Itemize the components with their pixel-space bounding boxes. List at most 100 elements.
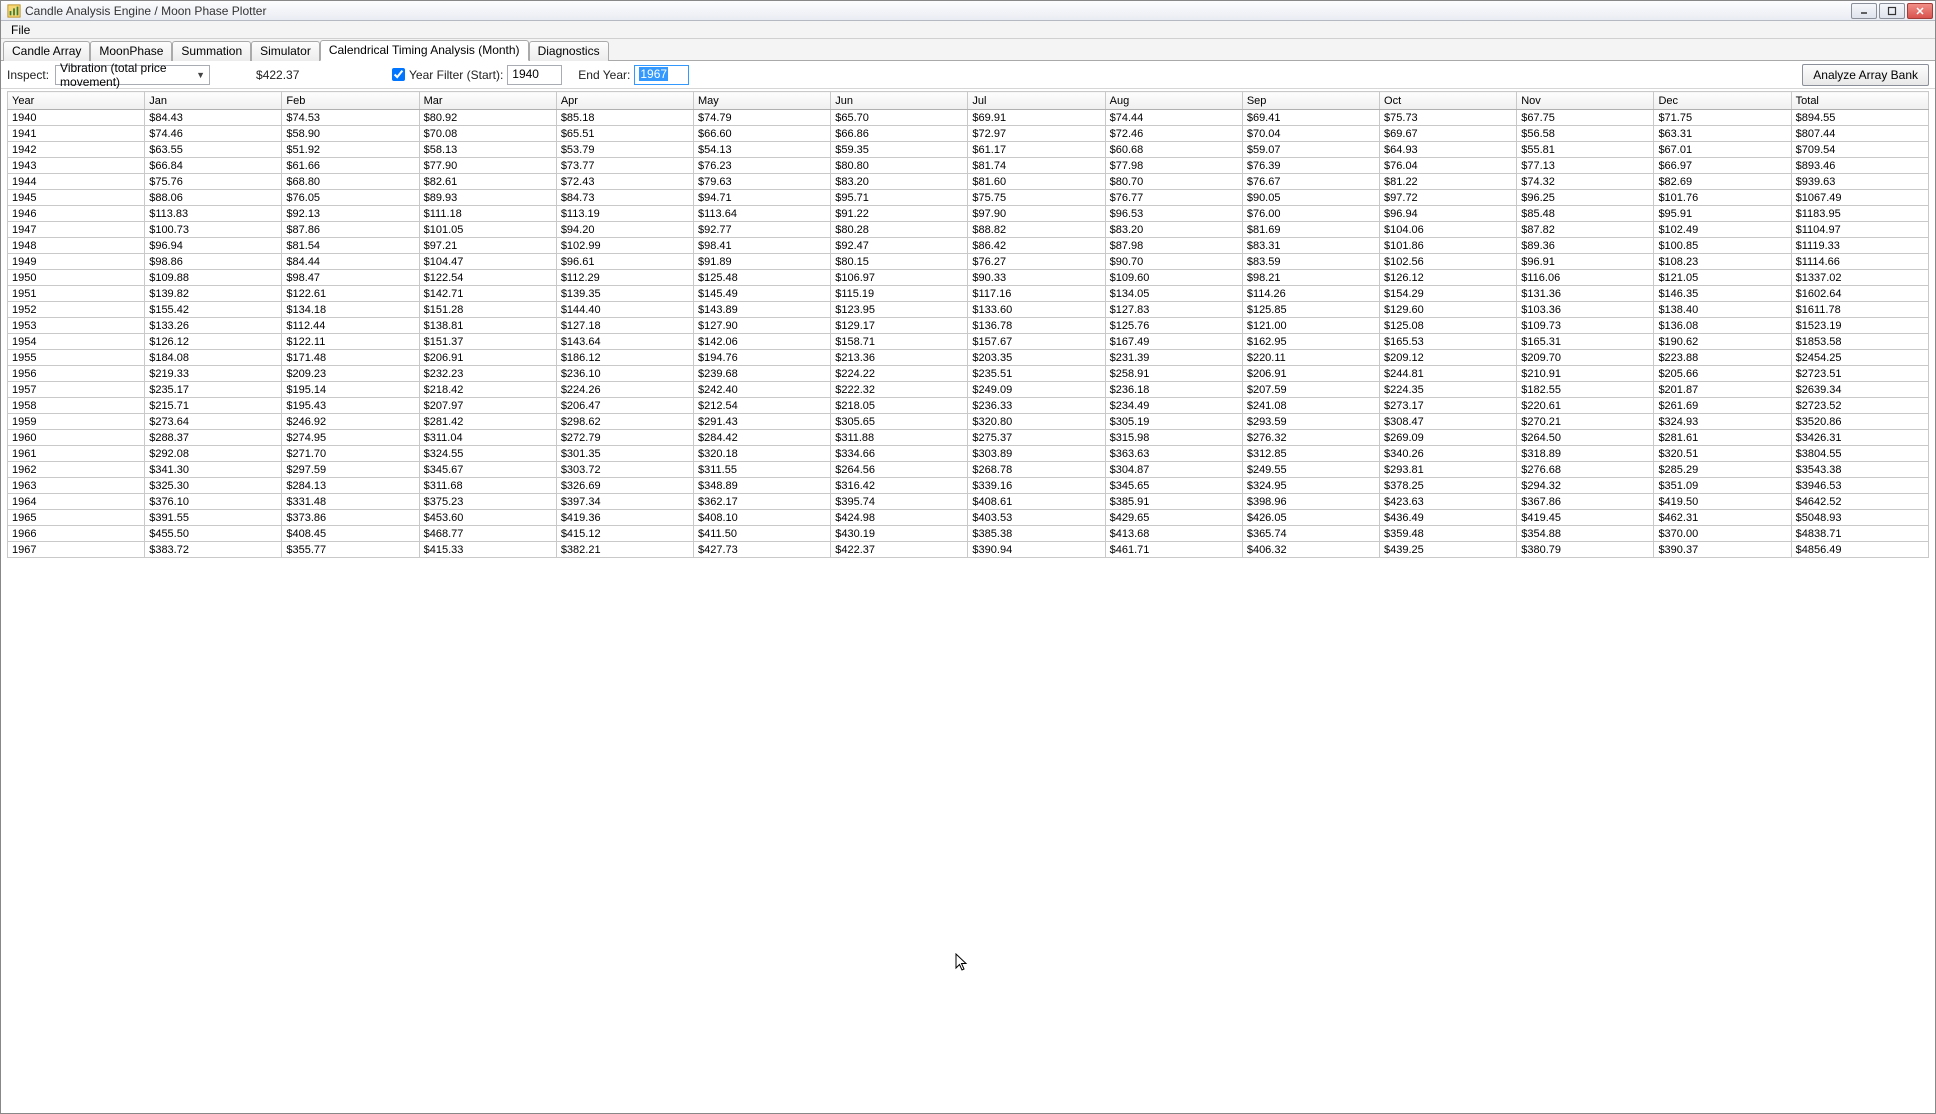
- column-header[interactable]: Apr: [556, 92, 693, 110]
- table-row[interactable]: 1945$88.06$76.05$89.93$84.73$94.71$95.71…: [8, 190, 1929, 206]
- value-cell: $59.07: [1242, 142, 1379, 158]
- table-row[interactable]: 1960$288.37$274.95$311.04$272.79$284.42$…: [8, 430, 1929, 446]
- value-cell: $415.12: [556, 526, 693, 542]
- column-header[interactable]: Feb: [282, 92, 419, 110]
- value-cell: $195.14: [282, 382, 419, 398]
- value-cell: $453.60: [419, 510, 556, 526]
- value-cell: $94.20: [556, 222, 693, 238]
- table-row[interactable]: 1962$341.30$297.59$345.67$303.72$311.55$…: [8, 462, 1929, 478]
- value-cell: $69.41: [1242, 110, 1379, 126]
- column-header[interactable]: Year: [8, 92, 145, 110]
- table-row[interactable]: 1947$100.73$87.86$101.05$94.20$92.77$80.…: [8, 222, 1929, 238]
- close-button[interactable]: [1907, 3, 1933, 19]
- table-row[interactable]: 1955$184.08$171.48$206.91$186.12$194.76$…: [8, 350, 1929, 366]
- table-row[interactable]: 1941$74.46$58.90$70.08$65.51$66.60$66.86…: [8, 126, 1929, 142]
- table-row[interactable]: 1963$325.30$284.13$311.68$326.69$348.89$…: [8, 478, 1929, 494]
- menu-file[interactable]: File: [5, 22, 36, 38]
- table-row[interactable]: 1965$391.55$373.86$453.60$419.36$408.10$…: [8, 510, 1929, 526]
- column-header[interactable]: Mar: [419, 92, 556, 110]
- column-header[interactable]: May: [694, 92, 831, 110]
- value-cell: $98.86: [145, 254, 282, 270]
- value-cell: $209.23: [282, 366, 419, 382]
- value-cell: $165.53: [1380, 334, 1517, 350]
- table-row[interactable]: 1950$109.88$98.47$122.54$112.29$125.48$1…: [8, 270, 1929, 286]
- table-row[interactable]: 1949$98.86$84.44$104.47$96.61$91.89$80.1…: [8, 254, 1929, 270]
- column-header[interactable]: Jan: [145, 92, 282, 110]
- column-header[interactable]: Total: [1791, 92, 1928, 110]
- value-cell: $395.74: [831, 494, 968, 510]
- year-cell: 1952: [8, 302, 145, 318]
- value-cell: $83.59: [1242, 254, 1379, 270]
- minimize-button[interactable]: [1851, 3, 1877, 19]
- table-row[interactable]: 1966$455.50$408.45$468.77$415.12$411.50$…: [8, 526, 1929, 542]
- column-header[interactable]: Jun: [831, 92, 968, 110]
- table-row[interactable]: 1957$235.17$195.14$218.42$224.26$242.40$…: [8, 382, 1929, 398]
- table-row[interactable]: 1953$133.26$112.44$138.81$127.18$127.90$…: [8, 318, 1929, 334]
- value-cell: $222.32: [831, 382, 968, 398]
- column-header[interactable]: Oct: [1380, 92, 1517, 110]
- column-header[interactable]: Jul: [968, 92, 1105, 110]
- column-header[interactable]: Aug: [1105, 92, 1242, 110]
- value-cell: $167.49: [1105, 334, 1242, 350]
- value-cell: $223.88: [1654, 350, 1791, 366]
- start-year-input[interactable]: 1940: [507, 65, 562, 85]
- value-cell: $284.13: [282, 478, 419, 494]
- table-row[interactable]: 1958$215.71$195.43$207.97$206.47$212.54$…: [8, 398, 1929, 414]
- tab-calendrical-timing-analysis-month[interactable]: Calendrical Timing Analysis (Month): [320, 40, 529, 61]
- value-cell: $423.63: [1380, 494, 1517, 510]
- value-cell: $3426.31: [1791, 430, 1928, 446]
- analyze-button[interactable]: Analyze Array Bank: [1802, 64, 1929, 86]
- inspect-dropdown[interactable]: Vibration (total price movement) ▼: [55, 65, 210, 85]
- value-cell: $324.95: [1242, 478, 1379, 494]
- value-cell: $298.62: [556, 414, 693, 430]
- value-cell: $219.33: [145, 366, 282, 382]
- column-header[interactable]: Dec: [1654, 92, 1791, 110]
- column-header[interactable]: Nov: [1517, 92, 1654, 110]
- table-row[interactable]: 1959$273.64$246.92$281.42$298.62$291.43$…: [8, 414, 1929, 430]
- table-row[interactable]: 1967$383.72$355.77$415.33$382.21$427.73$…: [8, 542, 1929, 558]
- tab-simulator[interactable]: Simulator: [251, 41, 320, 61]
- tab-moonphase[interactable]: MoonPhase: [90, 41, 172, 61]
- value-cell: $334.66: [831, 446, 968, 462]
- table-row[interactable]: 1946$113.83$92.13$111.18$113.19$113.64$9…: [8, 206, 1929, 222]
- value-cell: $373.86: [282, 510, 419, 526]
- value-cell: $76.67: [1242, 174, 1379, 190]
- value-cell: $408.45: [282, 526, 419, 542]
- table-row[interactable]: 1964$376.10$331.48$375.23$397.34$362.17$…: [8, 494, 1929, 510]
- table-row[interactable]: 1951$139.82$122.61$142.71$139.35$145.49$…: [8, 286, 1929, 302]
- value-cell: $455.50: [145, 526, 282, 542]
- tab-summation[interactable]: Summation: [172, 41, 251, 61]
- tab-candle-array[interactable]: Candle Array: [3, 41, 90, 61]
- value-cell: $406.32: [1242, 542, 1379, 558]
- value-cell: $126.12: [145, 334, 282, 350]
- tab-diagnostics[interactable]: Diagnostics: [529, 41, 609, 61]
- table-row[interactable]: 1940$84.43$74.53$80.92$85.18$74.79$65.70…: [8, 110, 1929, 126]
- value-cell: $246.92: [282, 414, 419, 430]
- table-row[interactable]: 1954$126.12$122.11$151.37$143.64$142.06$…: [8, 334, 1929, 350]
- value-cell: $331.48: [282, 494, 419, 510]
- value-cell: $201.87: [1654, 382, 1791, 398]
- table-row[interactable]: 1944$75.76$68.80$82.61$72.43$79.63$83.20…: [8, 174, 1929, 190]
- value-cell: $436.49: [1380, 510, 1517, 526]
- maximize-button[interactable]: [1879, 3, 1905, 19]
- table-row[interactable]: 1956$219.33$209.23$232.23$236.10$239.68$…: [8, 366, 1929, 382]
- value-cell: $80.80: [831, 158, 968, 174]
- table-row[interactable]: 1943$66.84$61.66$77.90$73.77$76.23$80.80…: [8, 158, 1929, 174]
- table-row[interactable]: 1942$63.55$51.92$58.13$53.79$54.13$59.35…: [8, 142, 1929, 158]
- value-cell: $76.00: [1242, 206, 1379, 222]
- value-cell: $97.21: [419, 238, 556, 254]
- end-year-input[interactable]: 1967: [634, 65, 689, 85]
- column-header[interactable]: Sep: [1242, 92, 1379, 110]
- value-cell: $264.56: [831, 462, 968, 478]
- value-cell: $76.27: [968, 254, 1105, 270]
- table-row[interactable]: 1948$96.94$81.54$97.21$102.99$98.41$92.4…: [8, 238, 1929, 254]
- year-cell: 1942: [8, 142, 145, 158]
- year-filter-checkbox[interactable]: [392, 68, 405, 81]
- value-cell: $80.70: [1105, 174, 1242, 190]
- table-row[interactable]: 1961$292.08$271.70$324.55$301.35$320.18$…: [8, 446, 1929, 462]
- value-cell: $113.19: [556, 206, 693, 222]
- value-cell: $207.97: [419, 398, 556, 414]
- table-row[interactable]: 1952$155.42$134.18$151.28$144.40$143.89$…: [8, 302, 1929, 318]
- value-cell: $96.94: [145, 238, 282, 254]
- value-cell: $205.66: [1654, 366, 1791, 382]
